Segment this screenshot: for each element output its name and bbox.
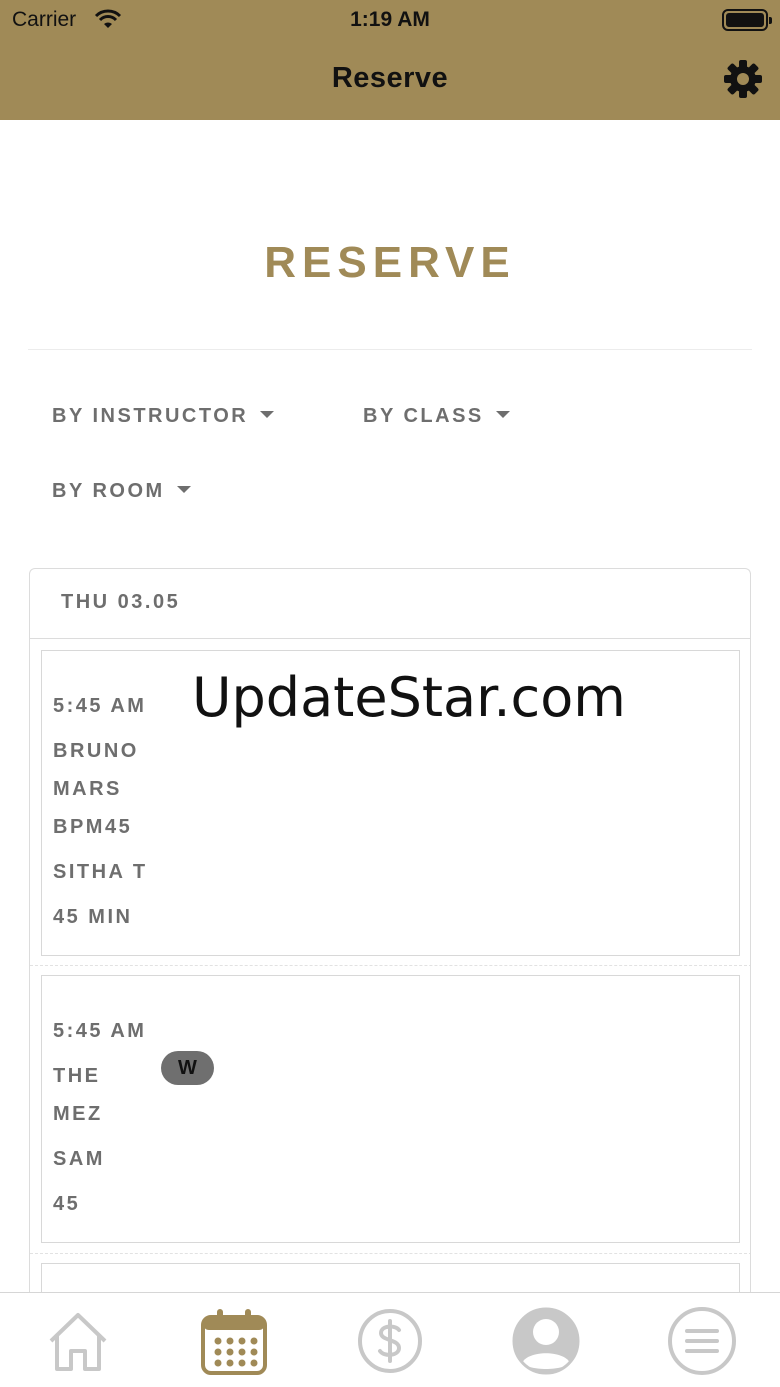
filter-label: BY ROOM <box>52 480 165 502</box>
tab-bar <box>0 1292 780 1387</box>
class-instructor: SITHA T <box>53 861 148 883</box>
class-name-line: BPM45 <box>53 816 133 838</box>
class-name-line: BRUNO <box>53 740 139 762</box>
tab-profile[interactable] <box>510 1305 582 1377</box>
card-separator <box>30 965 750 966</box>
navigation-bar: Carrier 1:19 AM Reserve <box>0 0 780 120</box>
dollar-icon <box>358 1309 422 1373</box>
home-icon <box>49 1313 107 1371</box>
filter-by-instructor[interactable]: BY INSTRUCTOR <box>52 405 275 428</box>
calendar-icon <box>201 1309 267 1375</box>
class-name-line: THE <box>53 1065 101 1087</box>
battery-icon <box>722 9 772 31</box>
class-instructor: SAM <box>53 1148 105 1170</box>
caret-down-icon <box>176 486 191 494</box>
tab-pricing[interactable] <box>354 1305 426 1377</box>
caret-down-icon <box>260 411 275 419</box>
class-time: 5:45 AM <box>53 1020 147 1042</box>
class-duration: 45 MIN <box>53 906 133 928</box>
status-bar: Carrier 1:19 AM <box>0 0 780 40</box>
card-separator <box>30 1253 750 1254</box>
profile-icon <box>512 1307 580 1375</box>
page-title: RESERVE <box>264 238 516 287</box>
day-header: THU 03.05 <box>30 569 750 639</box>
filter-by-room[interactable]: BY ROOM <box>52 480 191 503</box>
class-name-line: MARS <box>53 778 122 800</box>
gear-icon[interactable] <box>722 58 764 100</box>
menu-icon <box>668 1307 736 1375</box>
nav-title: Reserve <box>331 62 449 94</box>
status-time: 1:19 AM <box>350 8 430 31</box>
class-card[interactable]: 5:45 AM THE MEZ SAM 45 W <box>41 975 740 1243</box>
divider <box>28 349 752 350</box>
caret-down-icon <box>495 411 510 419</box>
filter-by-class[interactable]: BY CLASS <box>363 405 510 428</box>
filter-label: BY CLASS <box>363 405 484 427</box>
tab-reserve[interactable] <box>198 1305 270 1377</box>
watermark: UpdateStar.com <box>192 666 626 729</box>
class-duration: 45 <box>53 1193 81 1215</box>
tab-home[interactable] <box>42 1305 114 1377</box>
class-time: 5:45 AM <box>53 695 147 717</box>
class-name-line: MEZ <box>53 1103 103 1125</box>
status-badge: W <box>161 1051 214 1085</box>
filter-label: BY INSTRUCTOR <box>52 405 249 427</box>
tab-menu[interactable] <box>666 1305 738 1377</box>
